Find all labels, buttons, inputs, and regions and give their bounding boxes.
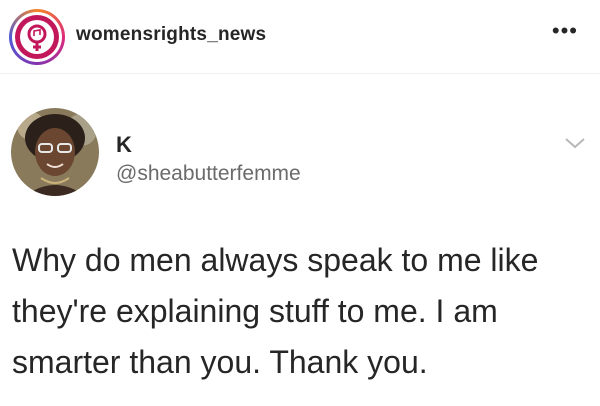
account-avatar[interactable]: [9, 9, 65, 65]
post-header: womensrights_news •••: [0, 0, 600, 74]
tweet-author-avatar[interactable]: [11, 108, 99, 196]
tweet-display-name: K: [116, 132, 132, 157]
tweet-handle: @sheabutterfemme: [116, 162, 301, 185]
account-username[interactable]: womensrights_news: [76, 24, 266, 46]
tweet-text-line: smarter than you. Thank you.: [12, 344, 428, 380]
chevron-down-icon[interactable]: [564, 135, 586, 151]
more-dots-icon[interactable]: •••: [552, 18, 578, 44]
tweet-text-line: they're explaining stuff to me. I am: [12, 293, 498, 329]
tweet-text-line: Why do men always speak to me like: [12, 242, 539, 278]
womens-rights-seal-icon: [15, 15, 59, 59]
tweet-text: Why do men always speak to me like they'…: [12, 235, 587, 388]
tweet-card: K @sheabutterfemme Why do men always spe…: [0, 75, 600, 406]
